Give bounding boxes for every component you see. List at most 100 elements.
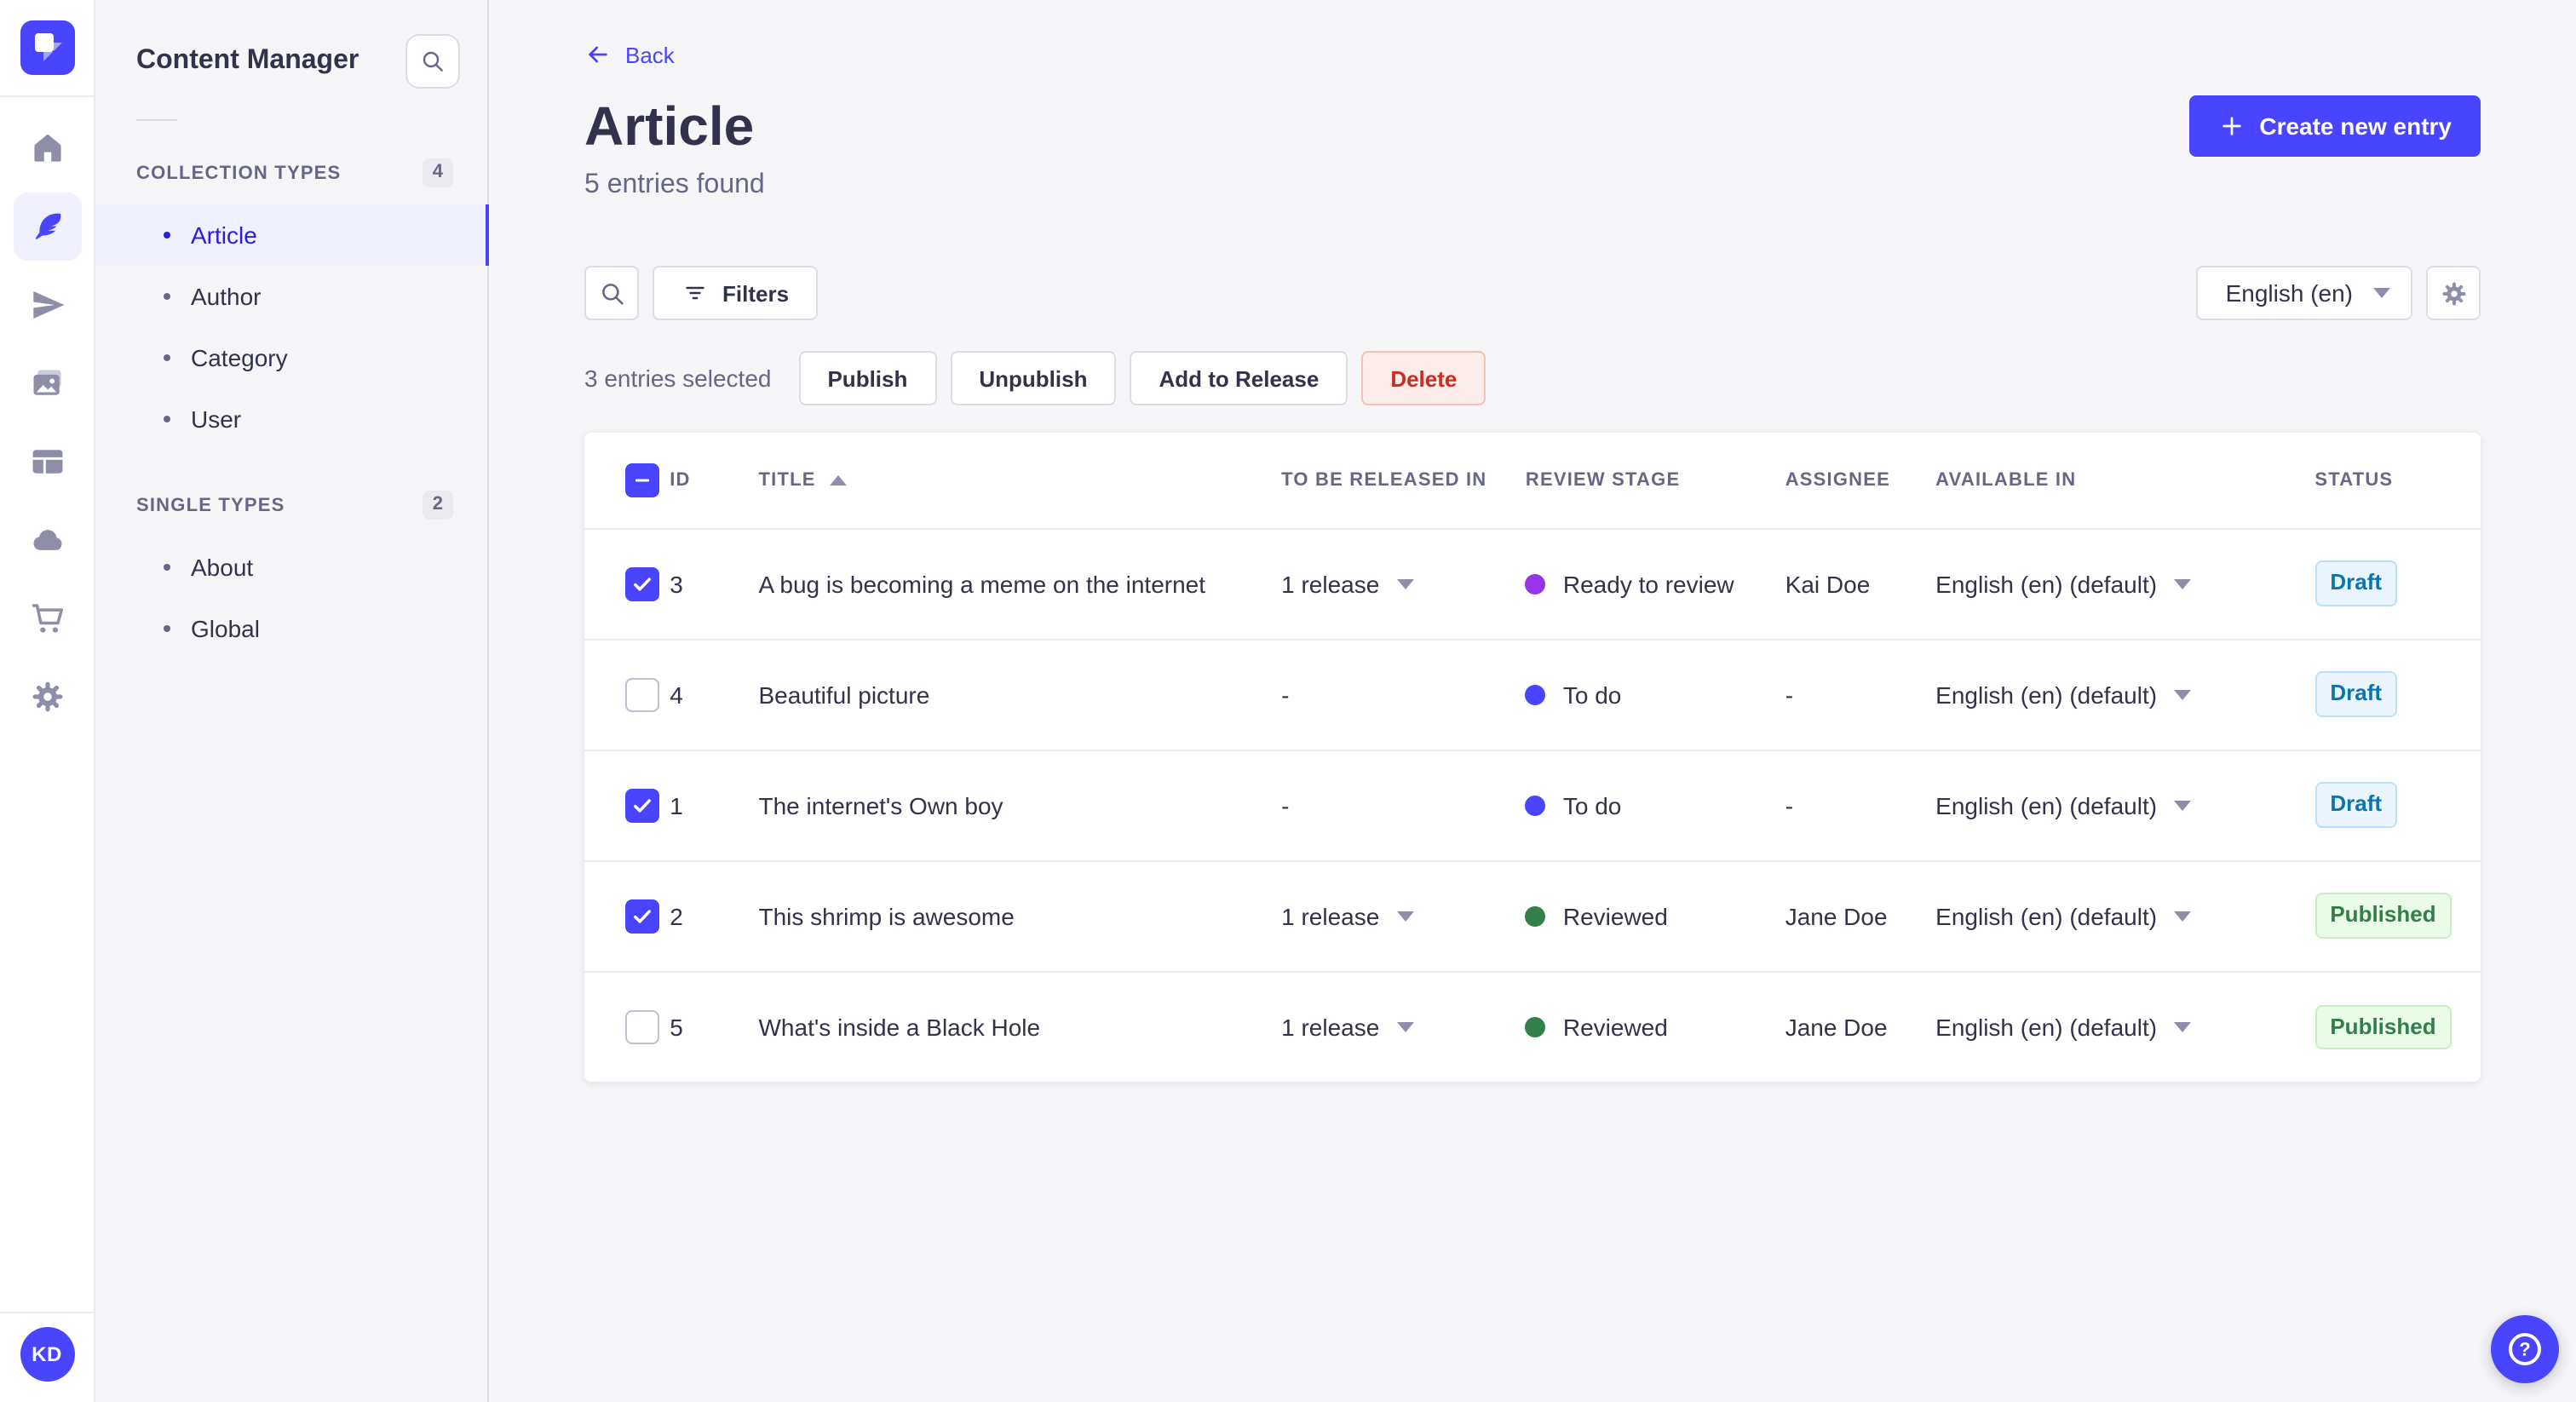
cell-id: 2 bbox=[670, 859, 759, 971]
sidebar-item-label: Category bbox=[191, 344, 288, 371]
releases-nav-button[interactable] bbox=[13, 271, 81, 339]
bullet-icon bbox=[164, 625, 170, 632]
cell-review-stage: To do bbox=[1525, 681, 1785, 708]
subnav-search-button[interactable] bbox=[405, 34, 460, 89]
column-header-id[interactable]: ID bbox=[670, 433, 758, 528]
sidebar-item-category[interactable]: Category bbox=[95, 327, 487, 388]
cell-id: 5 bbox=[670, 970, 759, 1082]
table-row[interactable]: 3 A bug is becoming a meme on the intern… bbox=[584, 527, 2481, 639]
home-nav-button[interactable] bbox=[13, 114, 81, 182]
locale-dropdown-caret[interactable] bbox=[2174, 689, 2192, 699]
entries-table: ID TITLE TO BE RELEASED IN REVIEW STAGE … bbox=[584, 433, 2481, 1082]
stage-dot-icon bbox=[1525, 573, 1546, 594]
status-badge: Draft bbox=[2314, 560, 2398, 606]
media-library-nav-button[interactable] bbox=[13, 349, 81, 417]
collection-types-label: COLLECTION TYPES bbox=[136, 163, 342, 183]
select-all-checkbox[interactable] bbox=[625, 463, 659, 497]
cell-locale: English (en) (default) bbox=[1935, 902, 2314, 929]
sidebar-item-user[interactable]: User bbox=[95, 388, 487, 450]
search-icon bbox=[423, 51, 443, 72]
settings-nav-button[interactable] bbox=[13, 663, 81, 731]
content-manager-subnav: Content Manager COLLECTION TYPES 4 Artic… bbox=[95, 0, 489, 1402]
content-type-builder-layout-icon bbox=[32, 450, 62, 474]
release-dropdown-caret[interactable] bbox=[1396, 1021, 1414, 1032]
locale-dropdown-caret[interactable] bbox=[2174, 578, 2192, 589]
column-header-review-stage: REVIEW STAGE bbox=[1525, 469, 1681, 491]
row-checkbox[interactable] bbox=[625, 566, 659, 600]
sidebar-item-label: About bbox=[191, 554, 254, 581]
view-settings-button[interactable] bbox=[2426, 266, 2481, 320]
sort-asc-icon bbox=[829, 474, 847, 486]
cell-review-stage: Ready to review bbox=[1525, 570, 1785, 597]
row-checkbox[interactable] bbox=[625, 1009, 659, 1044]
sidebar-item-label: Global bbox=[191, 615, 260, 642]
cell-release: 1 release bbox=[1281, 1014, 1526, 1041]
release-dropdown-caret[interactable] bbox=[1396, 578, 1414, 589]
bullet-icon bbox=[164, 354, 170, 361]
sidebar-item-global[interactable]: Global bbox=[95, 598, 487, 659]
cell-title: This shrimp is awesome bbox=[758, 859, 1282, 971]
cell-release: 1 release bbox=[1281, 570, 1526, 597]
arrow-left-icon bbox=[589, 46, 607, 63]
strapi-logo[interactable] bbox=[0, 0, 95, 97]
deploy-nav-button[interactable] bbox=[13, 506, 81, 574]
filters-button[interactable]: Filters bbox=[653, 266, 819, 320]
cell-title: A bug is becoming a meme on the internet bbox=[758, 527, 1282, 639]
row-checkbox[interactable] bbox=[625, 788, 659, 822]
table-row[interactable]: 2 This shrimp is awesome 1 release Revie… bbox=[584, 859, 2481, 971]
main-nav-rail: KD bbox=[0, 0, 95, 1402]
search-icon bbox=[601, 283, 623, 304]
media-library-images-icon bbox=[32, 370, 60, 395]
sidebar-item-label: Author bbox=[191, 283, 262, 310]
avatar[interactable]: KD bbox=[20, 1327, 74, 1382]
row-checkbox[interactable] bbox=[625, 677, 659, 711]
toolbar: Filters English (en) bbox=[584, 266, 2481, 320]
content-type-builder-nav-button[interactable] bbox=[13, 428, 81, 496]
marketplace-nav-button[interactable] bbox=[13, 584, 81, 652]
check-icon bbox=[634, 798, 651, 812]
rail-footer: KD bbox=[0, 1312, 95, 1402]
status-badge: Draft bbox=[2314, 782, 2398, 828]
gear-icon bbox=[2441, 281, 2465, 305]
cell-review-stage: Reviewed bbox=[1525, 1014, 1785, 1041]
locale-dropdown-caret[interactable] bbox=[2174, 800, 2192, 810]
unpublish-button[interactable]: Unpublish bbox=[950, 351, 1117, 405]
help-button[interactable]: ? bbox=[2491, 1315, 2559, 1383]
column-header-title[interactable]: TITLE bbox=[759, 433, 1282, 528]
help-question-icon: ? bbox=[2509, 1333, 2541, 1365]
locale-dropdown-caret[interactable] bbox=[2174, 911, 2192, 921]
status-badge: Published bbox=[2314, 1004, 2452, 1049]
home-icon bbox=[33, 135, 60, 162]
create-new-entry-button[interactable]: Create new entry bbox=[2189, 95, 2481, 157]
publish-button[interactable]: Publish bbox=[798, 351, 937, 405]
bulk-actions-row: 3 entries selected Publish Unpublish Add… bbox=[584, 351, 2481, 405]
cell-locale: English (en) (default) bbox=[1935, 570, 2314, 597]
row-checkbox[interactable] bbox=[625, 899, 659, 933]
content-manager-nav-button[interactable] bbox=[13, 192, 81, 261]
bullet-icon bbox=[164, 564, 170, 571]
strapi-logo-icon bbox=[20, 20, 74, 75]
page-title: Article bbox=[584, 95, 755, 157]
cell-locale: English (en) (default) bbox=[1935, 681, 2314, 708]
delete-button[interactable]: Delete bbox=[1361, 351, 1486, 405]
back-link[interactable]: Back bbox=[584, 41, 675, 68]
table-row[interactable]: 4 Beautiful picture - To do - English (e… bbox=[584, 638, 2481, 750]
cell-release: - bbox=[1281, 791, 1290, 819]
sidebar-item-about[interactable]: About bbox=[95, 537, 487, 598]
add-to-release-button[interactable]: Add to Release bbox=[1130, 351, 1348, 405]
table-header-row: ID TITLE TO BE RELEASED IN REVIEW STAGE … bbox=[584, 433, 2481, 528]
sidebar-item-article[interactable]: Article bbox=[95, 204, 489, 266]
table-row[interactable]: 5 What's inside a Black Hole 1 release R… bbox=[584, 970, 2481, 1082]
cell-assignee: Kai Doe bbox=[1785, 527, 1936, 639]
locale-dropdown-caret[interactable] bbox=[2174, 1021, 2192, 1032]
search-button[interactable] bbox=[584, 266, 639, 320]
release-dropdown-caret[interactable] bbox=[1396, 911, 1414, 921]
sidebar-item-author[interactable]: Author bbox=[95, 266, 487, 327]
column-header-assignee: ASSIGNEE bbox=[1785, 469, 1890, 491]
status-badge: Published bbox=[2314, 893, 2452, 939]
locale-select[interactable]: English (en) bbox=[2196, 266, 2412, 320]
check-icon bbox=[634, 577, 651, 590]
table-row[interactable]: 1 The internet's Own boy - To do - Engli… bbox=[584, 749, 2481, 860]
cell-locale: English (en) (default) bbox=[1935, 791, 2314, 819]
entries-table-card: ID TITLE TO BE RELEASED IN REVIEW STAGE … bbox=[584, 433, 2481, 1082]
